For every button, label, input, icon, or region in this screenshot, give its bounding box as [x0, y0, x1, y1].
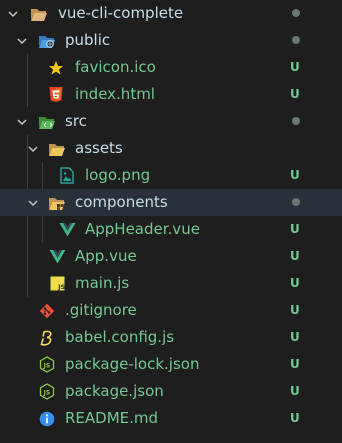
tree-item-logo-png[interactable]: logo.png U	[0, 162, 342, 189]
file-explorer-tree: vue-cli-complete public favicon.ico U in…	[0, 0, 342, 443]
file-label: README.md	[65, 409, 159, 427]
modified-dot	[292, 117, 300, 125]
svg-text:JS: JS	[57, 283, 65, 291]
tree-item-assets-folder[interactable]: assets	[0, 135, 342, 162]
components-folder-icon	[48, 194, 66, 212]
folder-open-icon	[48, 140, 66, 158]
untracked-badge: U	[290, 384, 300, 398]
babel-icon	[38, 329, 56, 347]
file-label: .gitignore	[65, 301, 137, 319]
tree-item-index-html[interactable]: index.html U	[0, 81, 342, 108]
folder-open-icon	[30, 5, 48, 23]
file-label: main.js	[75, 274, 130, 292]
html5-icon	[47, 86, 65, 104]
file-label: App.vue	[75, 247, 137, 265]
tree-item-root-folder[interactable]: vue-cli-complete	[0, 0, 342, 27]
vue-icon	[58, 221, 76, 239]
file-label: AppHeader.vue	[85, 220, 200, 238]
git-icon	[38, 302, 56, 320]
src-folder-icon	[38, 113, 56, 131]
untracked-badge: U	[290, 330, 300, 344]
chevron-down-icon[interactable]	[15, 115, 29, 129]
file-label: index.html	[75, 85, 155, 103]
svg-text:JS: JS	[43, 390, 51, 397]
untracked-badge: U	[290, 87, 300, 101]
file-label: babel.config.js	[65, 328, 175, 346]
file-label: favicon.ico	[75, 58, 156, 76]
untracked-badge: U	[290, 168, 300, 182]
tree-item-package-json[interactable]: JS package.json U	[0, 378, 342, 405]
tree-item-components-folder[interactable]: components	[0, 189, 342, 216]
file-label: logo.png	[85, 166, 151, 184]
modified-dot	[292, 9, 300, 17]
file-label: package-lock.json	[65, 355, 200, 373]
chevron-down-icon[interactable]	[26, 196, 40, 210]
src-folder-label: src	[65, 112, 87, 130]
untracked-badge: U	[290, 357, 300, 371]
untracked-badge: U	[290, 276, 300, 290]
tree-item-appheader-vue[interactable]: AppHeader.vue U	[0, 216, 342, 243]
public-folder-icon	[38, 32, 56, 50]
info-icon	[38, 410, 56, 428]
untracked-badge: U	[290, 411, 300, 425]
nodejs-icon: JS	[38, 356, 56, 374]
components-folder-label: components	[75, 193, 168, 211]
nodejs-icon: JS	[38, 383, 56, 401]
untracked-badge: U	[290, 303, 300, 317]
untracked-badge: U	[290, 249, 300, 263]
modified-dot	[292, 198, 300, 206]
vue-icon	[48, 248, 66, 266]
assets-folder-label: assets	[75, 139, 123, 157]
chevron-down-icon[interactable]	[6, 7, 20, 21]
tree-item-package-lock-json[interactable]: JS package-lock.json U	[0, 351, 342, 378]
js-icon: JS	[48, 275, 66, 293]
public-folder-label: public	[65, 31, 111, 49]
star-icon	[47, 59, 65, 77]
modified-dot	[292, 36, 300, 44]
tree-item-babel-config[interactable]: babel.config.js U	[0, 324, 342, 351]
chevron-down-icon[interactable]	[15, 34, 29, 48]
tree-item-app-vue[interactable]: App.vue U	[0, 243, 342, 270]
untracked-badge: U	[290, 60, 300, 74]
tree-item-src-folder[interactable]: src	[0, 108, 342, 135]
untracked-badge: U	[290, 222, 300, 236]
tree-item-favicon[interactable]: favicon.ico U	[0, 54, 342, 81]
file-label: package.json	[65, 382, 164, 400]
tree-item-readme[interactable]: README.md U	[0, 405, 342, 432]
svg-text:JS: JS	[43, 363, 51, 370]
chevron-down-icon[interactable]	[26, 142, 40, 156]
tree-item-public-folder[interactable]: public	[0, 27, 342, 54]
tree-item-gitignore[interactable]: .gitignore U	[0, 297, 342, 324]
tree-item-main-js[interactable]: JS main.js U	[0, 270, 342, 297]
image-icon	[58, 167, 76, 185]
root-folder-label: vue-cli-complete	[58, 4, 184, 22]
